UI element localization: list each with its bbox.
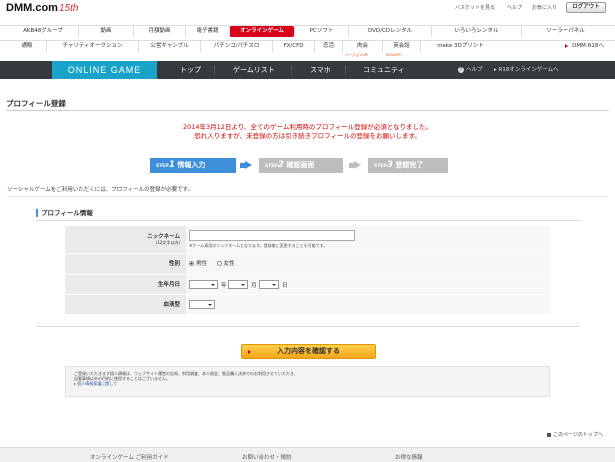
gender-male-label: 男性 bbox=[196, 261, 208, 267]
nav-divider bbox=[214, 65, 215, 75]
nav-3d-print[interactable]: make 3Dプリント bbox=[420, 41, 500, 52]
basket-link[interactable]: バスケットを見る bbox=[455, 4, 495, 11]
nav-ebook[interactable]: 電子書籍 bbox=[185, 26, 229, 37]
privacy-notice: ご登録いただきます個人情報は、ウェブサイト運営の告知、利用調査、本人照会、懸品購… bbox=[65, 366, 550, 397]
gender-female-label: 女性 bbox=[223, 261, 235, 267]
birth-month-select[interactable] bbox=[228, 280, 248, 289]
step-2-confirm: STEP2 確認画面 bbox=[259, 158, 343, 173]
step-1-input: STEP1 情報入力 bbox=[150, 158, 236, 173]
main-nav: AKB48グループ 動画 月額動画 電子書籍 オンラインゲーム PCソフト DV… bbox=[0, 25, 615, 37]
nav-pc-soft[interactable]: PCソフト bbox=[294, 26, 348, 37]
help-link[interactable]: ヘルプ bbox=[507, 4, 522, 11]
r18-arrow-icon bbox=[565, 44, 568, 48]
nav-monthly-video[interactable]: 月額動画 bbox=[133, 26, 185, 37]
divider bbox=[36, 220, 580, 221]
gender-label: 性別 bbox=[65, 254, 186, 274]
year-unit: 年 bbox=[221, 283, 227, 289]
divider bbox=[7, 196, 608, 197]
nav-charity-auction[interactable]: チャリティオークション bbox=[46, 41, 138, 52]
step-arrow-icon bbox=[354, 161, 361, 169]
game-nav-smartphone[interactable]: スマホ bbox=[310, 61, 331, 79]
confirm-button[interactable]: 入力内容を確認する bbox=[241, 344, 376, 359]
form-row-nickname: ニックネーム (12文字以内) ※ゲーム専用のニックネームとなります。登録後に変… bbox=[65, 226, 550, 254]
nav-dvd-rental[interactable]: DVD/CDレンタル bbox=[348, 26, 431, 37]
sub-nav: 通販 チャリティオークション 公営ギャンブル パチンコ/パチスロ FX/CFD … bbox=[0, 40, 615, 52]
blood-type-select[interactable] bbox=[189, 300, 215, 309]
footer-guide-link[interactable]: オンラインゲーム ご利用ガイド bbox=[90, 453, 169, 461]
nav-solar-panel[interactable]: ソーラーパネル bbox=[521, 26, 609, 37]
dmm-logo[interactable]: DMM.com15th bbox=[6, 2, 78, 14]
nav-nikukai[interactable]: 肉会 bbox=[342, 41, 382, 52]
page-top-link[interactable]: このページのトップへ bbox=[547, 431, 603, 438]
game-help-link[interactable]: ? ヘルプ bbox=[458, 61, 483, 79]
game-nav-list[interactable]: ゲームリスト bbox=[233, 61, 275, 79]
nav-akb48[interactable]: AKB48グループ bbox=[8, 26, 78, 37]
nav-fx-cfd[interactable]: FX/CFD bbox=[272, 41, 314, 52]
divider bbox=[36, 326, 580, 327]
notice-line: 恐れ入りますが、未登録の方は引き続きプロフィールの登録をお願いします。 bbox=[194, 132, 421, 140]
nav-konkatsu[interactable]: 恋活 bbox=[314, 41, 342, 52]
month-unit: 月 bbox=[251, 283, 257, 289]
arrow-right-icon bbox=[248, 350, 251, 354]
page-title: プロフィール登録 bbox=[6, 99, 66, 108]
nav-video[interactable]: 動画 bbox=[78, 26, 133, 37]
footer-deals-link[interactable]: お得な情報 bbox=[395, 453, 423, 461]
gender-male-radio[interactable] bbox=[189, 261, 194, 266]
nickname-label: ニックネーム (12文字以内) bbox=[65, 226, 186, 253]
nikukai-badge: バージョンUP! bbox=[345, 53, 369, 57]
footer: オンラインゲーム ご利用ガイド お問い合わせ・規約 お得な情報 bbox=[0, 447, 615, 462]
nav-online-game[interactable]: オンラインゲーム bbox=[229, 26, 294, 37]
day-unit: 日 bbox=[282, 283, 288, 289]
form-row-birthdate: 生年月日 年 月 日 bbox=[65, 275, 550, 295]
r18-game-link[interactable]: ▸ R18オンラインゲームへ bbox=[494, 61, 559, 79]
nav-divider bbox=[345, 65, 346, 75]
nav-divider bbox=[291, 65, 292, 75]
step-3-complete: STEP3 登録完了 bbox=[368, 158, 448, 173]
online-game-logo[interactable]: ONLINE GAME bbox=[52, 61, 157, 79]
nav-pachinko[interactable]: パチンコ/パチスロ bbox=[200, 41, 272, 52]
game-nav-bar: ONLINE GAME トップ ゲームリスト スマホ コミュニティ ? ヘルプ ▸… bbox=[0, 61, 615, 79]
privacy-policy-link[interactable]: ▸ 個人情報保護に関して bbox=[74, 381, 541, 386]
registration-notice: 2014年3月12日より、全てのゲーム利用時のプロフィール登録が必須となりました… bbox=[0, 123, 615, 141]
logout-button[interactable]: ログアウト bbox=[566, 2, 606, 13]
arrow-up-icon bbox=[547, 432, 551, 437]
birth-day-select[interactable] bbox=[259, 280, 279, 289]
blood-type-label: 血液型 bbox=[65, 295, 186, 314]
birth-year-select[interactable] bbox=[189, 280, 218, 289]
intro-text: ソーシャルゲームをご利用いただくには、プロフィールの登録が必要です。 bbox=[7, 187, 194, 193]
nav-various-rental[interactable]: いろいろレンタル bbox=[431, 26, 521, 37]
game-nav-top[interactable]: トップ bbox=[180, 61, 201, 79]
top-bar: DMM.com15th バスケットを見る ヘルプ お気に入り ログアウト bbox=[0, 0, 615, 18]
eikaiwa-badge: 50%OFF! bbox=[386, 53, 402, 57]
gender-female-radio[interactable] bbox=[216, 261, 222, 266]
help-icon: ? bbox=[458, 67, 464, 73]
nickname-hint: ※ゲーム専用のニックネームとなります。登録後に変更することも可能です。 bbox=[189, 243, 328, 248]
nav-public-gambling[interactable]: 公営ギャンブル bbox=[138, 41, 200, 52]
birthdate-label: 生年月日 bbox=[65, 275, 186, 294]
nav-r18[interactable]: DMM.R18へ bbox=[568, 41, 608, 52]
notice-line: 2014年3月12日より、全てのゲーム利用時のプロフィール登録が必須となりました… bbox=[182, 123, 433, 131]
section-title: プロフィール情報 bbox=[36, 209, 93, 217]
form-row-blood-type: 血液型 bbox=[65, 295, 550, 315]
form-row-gender: 性別 男性 女性 bbox=[65, 254, 550, 275]
nav-shopping[interactable]: 通販 bbox=[8, 41, 46, 52]
footer-contact-link[interactable]: お問い合わせ・規約 bbox=[242, 453, 292, 461]
step-arrow-icon bbox=[245, 161, 252, 169]
game-nav-community[interactable]: コミュニティ bbox=[363, 61, 405, 79]
favorites-link[interactable]: お気に入り bbox=[532, 4, 557, 11]
nickname-input[interactable] bbox=[189, 230, 355, 241]
divider bbox=[6, 110, 609, 111]
nav-eikaiwa[interactable]: 英会話 bbox=[382, 41, 420, 52]
